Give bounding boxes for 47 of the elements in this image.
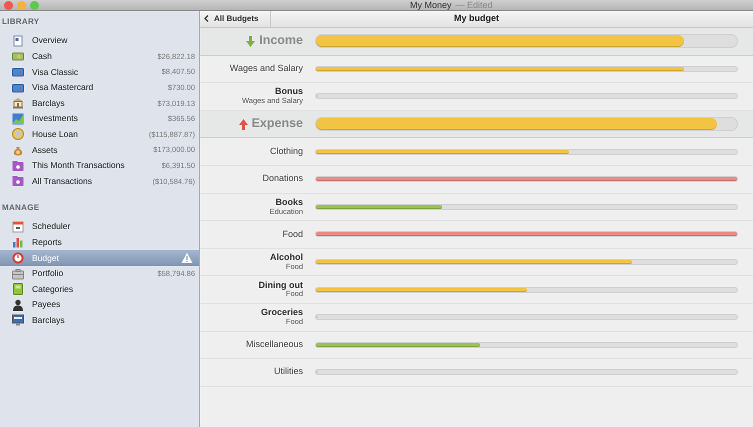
up-arrow-icon (238, 118, 248, 130)
document-icon (12, 34, 24, 47)
gauge-icon (12, 252, 24, 264)
bank-building-icon (12, 97, 24, 110)
category-label: Food (281, 230, 303, 240)
section-header: LIBRARY (1, 16, 40, 28)
category-label: Dining out (258, 280, 303, 290)
budget-group-label: Expense (252, 117, 303, 131)
calendar-icon (12, 220, 24, 233)
chevron-left-icon (204, 15, 209, 22)
coin-icon (12, 128, 24, 140)
category-label: Books (274, 198, 303, 208)
sidebar-item[interactable]: Categories (0, 281, 199, 297)
category-label: Utilities (272, 367, 303, 378)
folder-icon (12, 160, 24, 172)
window-title: My Money (410, 0, 452, 10)
credit-card-icon (12, 66, 24, 78)
notebook-icon (12, 283, 24, 296)
credit-card-icon (12, 82, 24, 94)
category-label: Groceries (260, 308, 303, 318)
category-label: Bonus (274, 87, 303, 98)
category-label: Wages and Salary (228, 64, 303, 74)
sidebar-item[interactable]: Overview (0, 33, 199, 49)
budget-group-label: Income (259, 34, 303, 48)
sidebar-item[interactable]: Barclays (0, 312, 199, 328)
edited-status: — Edited (456, 0, 493, 10)
down-arrow-icon (246, 36, 256, 47)
monitor-icon (12, 314, 24, 326)
sidebar-item[interactable]: Payees (0, 296, 199, 312)
section-header: MANAGE (1, 202, 40, 214)
minimize-button[interactable] (17, 1, 26, 10)
bar-chart-icon (12, 236, 24, 248)
zoom-button[interactable] (30, 1, 39, 10)
sidebar-item[interactable]: Reports (0, 234, 199, 250)
category-label: Alcohol (269, 252, 303, 263)
folder-icon (12, 175, 24, 188)
sidebar-item[interactable]: Scheduler (0, 218, 199, 235)
line-chart-icon (12, 112, 24, 125)
person-icon (12, 298, 24, 311)
category-label: Donations (261, 174, 303, 184)
budget-title: My budget (453, 12, 500, 26)
briefcase-icon (12, 268, 24, 280)
category-label: Miscellaneous (244, 340, 303, 350)
category-label: Clothing (268, 146, 303, 157)
banknote-icon (12, 50, 24, 62)
back-button[interactable]: All Budgets (200, 11, 271, 27)
close-button[interactable] (4, 1, 13, 10)
